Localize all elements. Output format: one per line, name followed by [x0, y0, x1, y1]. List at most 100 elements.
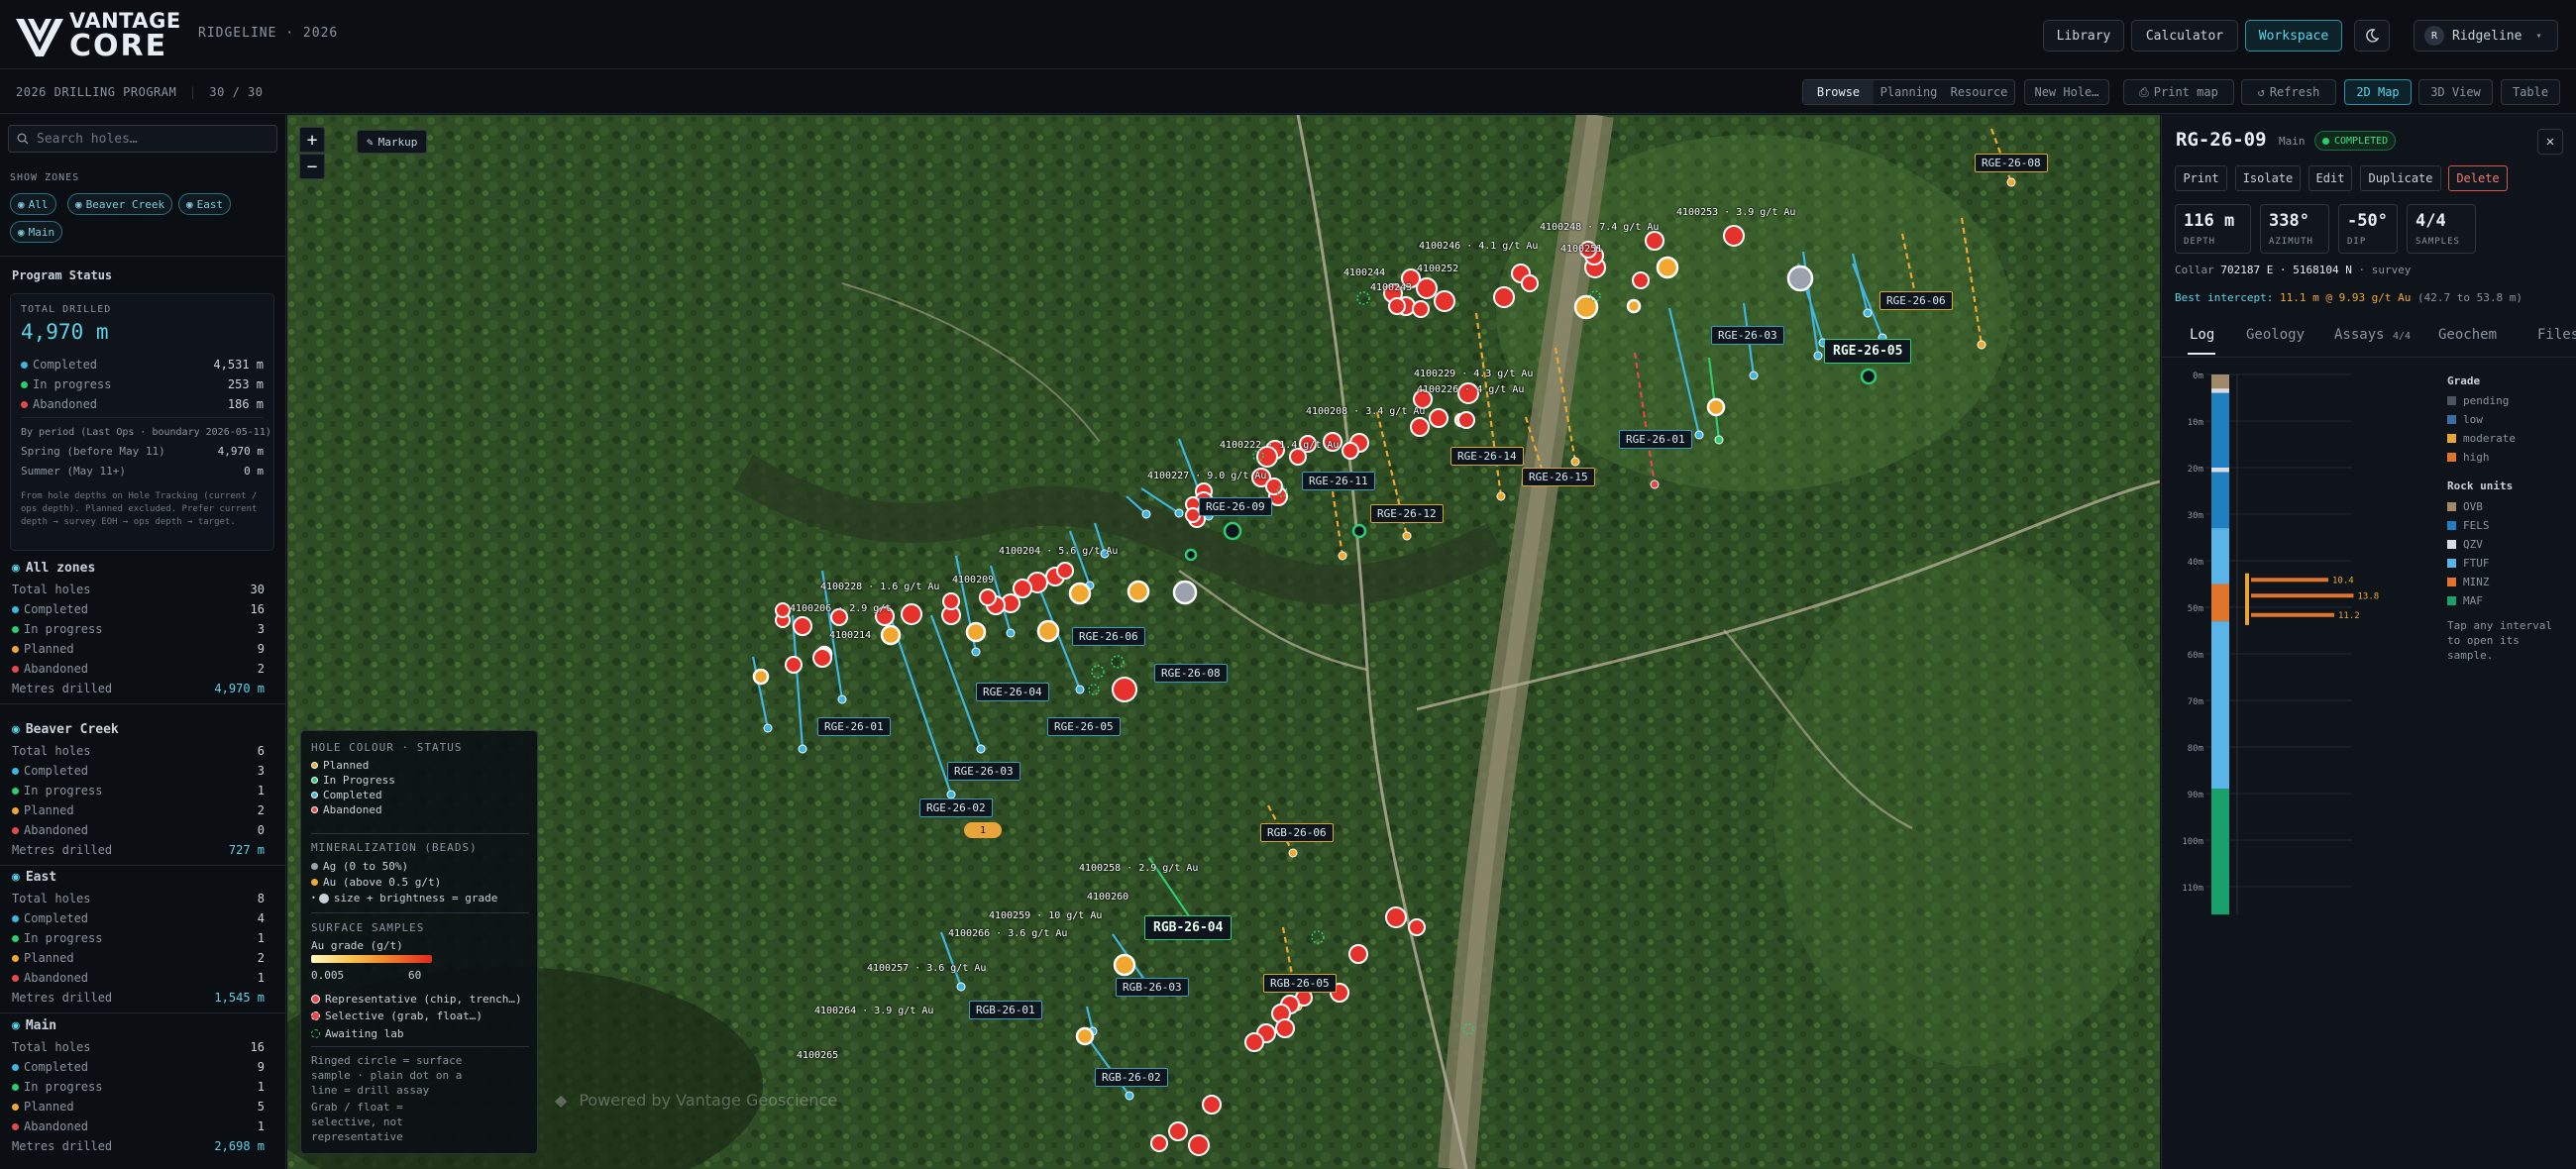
collar-dot[interactable]	[1496, 491, 1506, 501]
hole-label[interactable]: RGE-26-08	[1154, 664, 1228, 683]
hole-label[interactable]: RGE-26-11	[1302, 472, 1375, 490]
user-menu-button[interactable]: R Ridgeline ▾	[2414, 20, 2558, 52]
surface-sample-marker[interactable]	[1429, 408, 1449, 428]
collar-dot[interactable]	[1402, 531, 1412, 541]
view-2d-map-button[interactable]: 2D Map	[2344, 79, 2412, 105]
zone-heading[interactable]: ◉ All zones	[12, 561, 95, 576]
collar-dot[interactable]	[1977, 340, 1986, 350]
hole-label[interactable]: RGB-26-02	[1095, 1068, 1168, 1087]
hole-label[interactable]: RGE-26-01	[1619, 430, 1692, 449]
collar-dot[interactable]	[1813, 351, 1823, 361]
drill-hole-marker[interactable]	[752, 668, 770, 686]
collar-dot[interactable]	[1075, 685, 1085, 694]
surface-sample-marker[interactable]	[1244, 1032, 1264, 1052]
surface-sample-marker[interactable]	[1150, 1134, 1168, 1152]
zone-chip-east[interactable]: ◉ East	[178, 193, 232, 215]
surface-sample-marker[interactable]	[1348, 944, 1368, 964]
collar-dot[interactable]	[1650, 479, 1660, 489]
surface-sample-marker[interactable]	[1185, 507, 1201, 523]
surface-sample-marker[interactable]	[1723, 225, 1745, 247]
hole-label[interactable]: RGE-26-09	[1199, 497, 1272, 516]
theme-toggle-button[interactable]	[2354, 20, 2390, 52]
surface-sample-marker[interactable]	[1013, 579, 1032, 598]
surface-sample-marker[interactable]	[793, 616, 812, 636]
collar-dot[interactable]	[1006, 628, 1016, 638]
collar-dot[interactable]	[1749, 371, 1759, 380]
view-table-button[interactable]: Table	[2501, 79, 2560, 105]
hole-label[interactable]: RGB-26-04	[1144, 915, 1233, 940]
hole-label[interactable]: RGE-26-06	[1072, 627, 1145, 646]
duplicate-hole-button[interactable]: Duplicate	[2360, 165, 2441, 191]
surface-sample-marker[interactable]	[785, 656, 803, 674]
zone-chip-main[interactable]: ◉ Main	[10, 221, 63, 243]
drill-hole-marker[interactable]	[1068, 582, 1092, 605]
log-interval[interactable]	[2211, 392, 2229, 468]
hole-label[interactable]: RGB-26-06	[1260, 823, 1334, 842]
in-progress-hole-marker[interactable]	[1351, 523, 1367, 539]
small-count-badge[interactable]: 1	[964, 822, 1002, 838]
hole-label[interactable]: RGE-26-12	[1370, 504, 1444, 523]
drill-hole-marker[interactable]	[1075, 1026, 1095, 1046]
surface-sample-marker[interactable]	[1202, 1095, 1222, 1115]
surface-sample-marker[interactable]	[1275, 1018, 1295, 1038]
log-interval[interactable]	[2211, 468, 2229, 473]
isolate-hole-button[interactable]: Isolate	[2235, 165, 2301, 191]
hole-label[interactable]: RGE-26-06	[1879, 291, 1953, 310]
surface-sample-marker[interactable]	[1168, 1121, 1188, 1141]
collar-dot[interactable]	[1174, 508, 1184, 518]
collar-dot[interactable]	[1714, 435, 1724, 445]
surface-sample-marker[interactable]	[1457, 411, 1475, 429]
nav-library-button[interactable]: Library	[2043, 20, 2124, 52]
nav-workspace-button[interactable]: Workspace	[2245, 20, 2342, 52]
hole-label[interactable]: RGE-26-02	[919, 798, 993, 817]
surface-sample-marker[interactable]	[1493, 286, 1515, 308]
new-hole-button[interactable]: New Hole…	[2024, 79, 2109, 105]
surface-sample-marker[interactable]	[942, 592, 960, 610]
delete-hole-button[interactable]: Delete	[2448, 165, 2508, 191]
log-interval[interactable]	[2251, 593, 2354, 598]
surface-sample-marker[interactable]	[1416, 277, 1438, 299]
hole-label[interactable]: RGB-26-05	[1263, 974, 1337, 993]
drill-hole-marker[interactable]	[1113, 953, 1136, 977]
awaiting-lab-marker[interactable]	[1311, 930, 1325, 944]
awaiting-lab-marker[interactable]	[1111, 655, 1125, 669]
mode-browse-tab[interactable]: Browse	[1803, 80, 1874, 104]
log-interval[interactable]	[2251, 578, 2328, 583]
print-map-button[interactable]: ⎙ Print map	[2123, 79, 2234, 105]
collar-dot[interactable]	[1288, 848, 1298, 858]
collar-dot[interactable]	[1863, 308, 1873, 318]
hole-label[interactable]: RGE-26-04	[976, 683, 1049, 701]
log-interval[interactable]	[2211, 472, 2229, 529]
search-input[interactable]: Search holes…	[8, 125, 277, 153]
view-3d-button[interactable]: 3D View	[2418, 79, 2493, 105]
surface-sample-marker[interactable]	[1632, 271, 1650, 289]
surface-sample-marker[interactable]	[1412, 300, 1430, 318]
drill-hole-marker[interactable]	[1706, 397, 1726, 417]
hole-label[interactable]: RGE-26-03	[1711, 326, 1784, 345]
refresh-button[interactable]: ↺ Refresh	[2241, 79, 2336, 105]
collar-dot[interactable]	[976, 744, 986, 754]
zone-heading[interactable]: ◉ Beaver Creek	[12, 722, 119, 737]
surface-sample-marker[interactable]	[1645, 231, 1664, 251]
mode-planning-tab[interactable]: Planning	[1874, 80, 1944, 104]
mode-resource-tab[interactable]: Resource	[1944, 80, 2014, 104]
strip-log[interactable]: 0m 10m 20m 30m 40m 50m 60m 70m 80m 90m 100m 110m 10.…	[2168, 365, 2396, 939]
tab-log[interactable]: Log	[2190, 327, 2214, 343]
log-interval[interactable]	[2211, 374, 2229, 389]
collar-dot[interactable]	[1338, 551, 1347, 561]
app-logo[interactable]: VANTAGE CORE	[14, 10, 182, 61]
collar-dot[interactable]	[1694, 430, 1704, 440]
tab-files[interactable]: Files	[2537, 327, 2576, 343]
log-interval[interactable]	[2245, 573, 2249, 625]
drill-hole-marker[interactable]	[1626, 298, 1642, 314]
surface-sample-marker[interactable]	[979, 588, 997, 606]
zone-chip-beaver-creek[interactable]: ◉ Beaver Creek	[67, 193, 173, 215]
surface-sample-marker[interactable]	[1434, 290, 1455, 312]
surface-sample-marker[interactable]	[1388, 297, 1406, 315]
zone-chip-all[interactable]: ◉ All	[10, 193, 56, 215]
hole-label[interactable]: RGB-26-01	[969, 1001, 1042, 1019]
log-interval[interactable]	[2211, 388, 2229, 393]
awaiting-lab-marker[interactable]	[1356, 291, 1370, 305]
surface-sample-marker[interactable]	[901, 603, 922, 625]
surface-sample-marker[interactable]	[1056, 562, 1074, 580]
